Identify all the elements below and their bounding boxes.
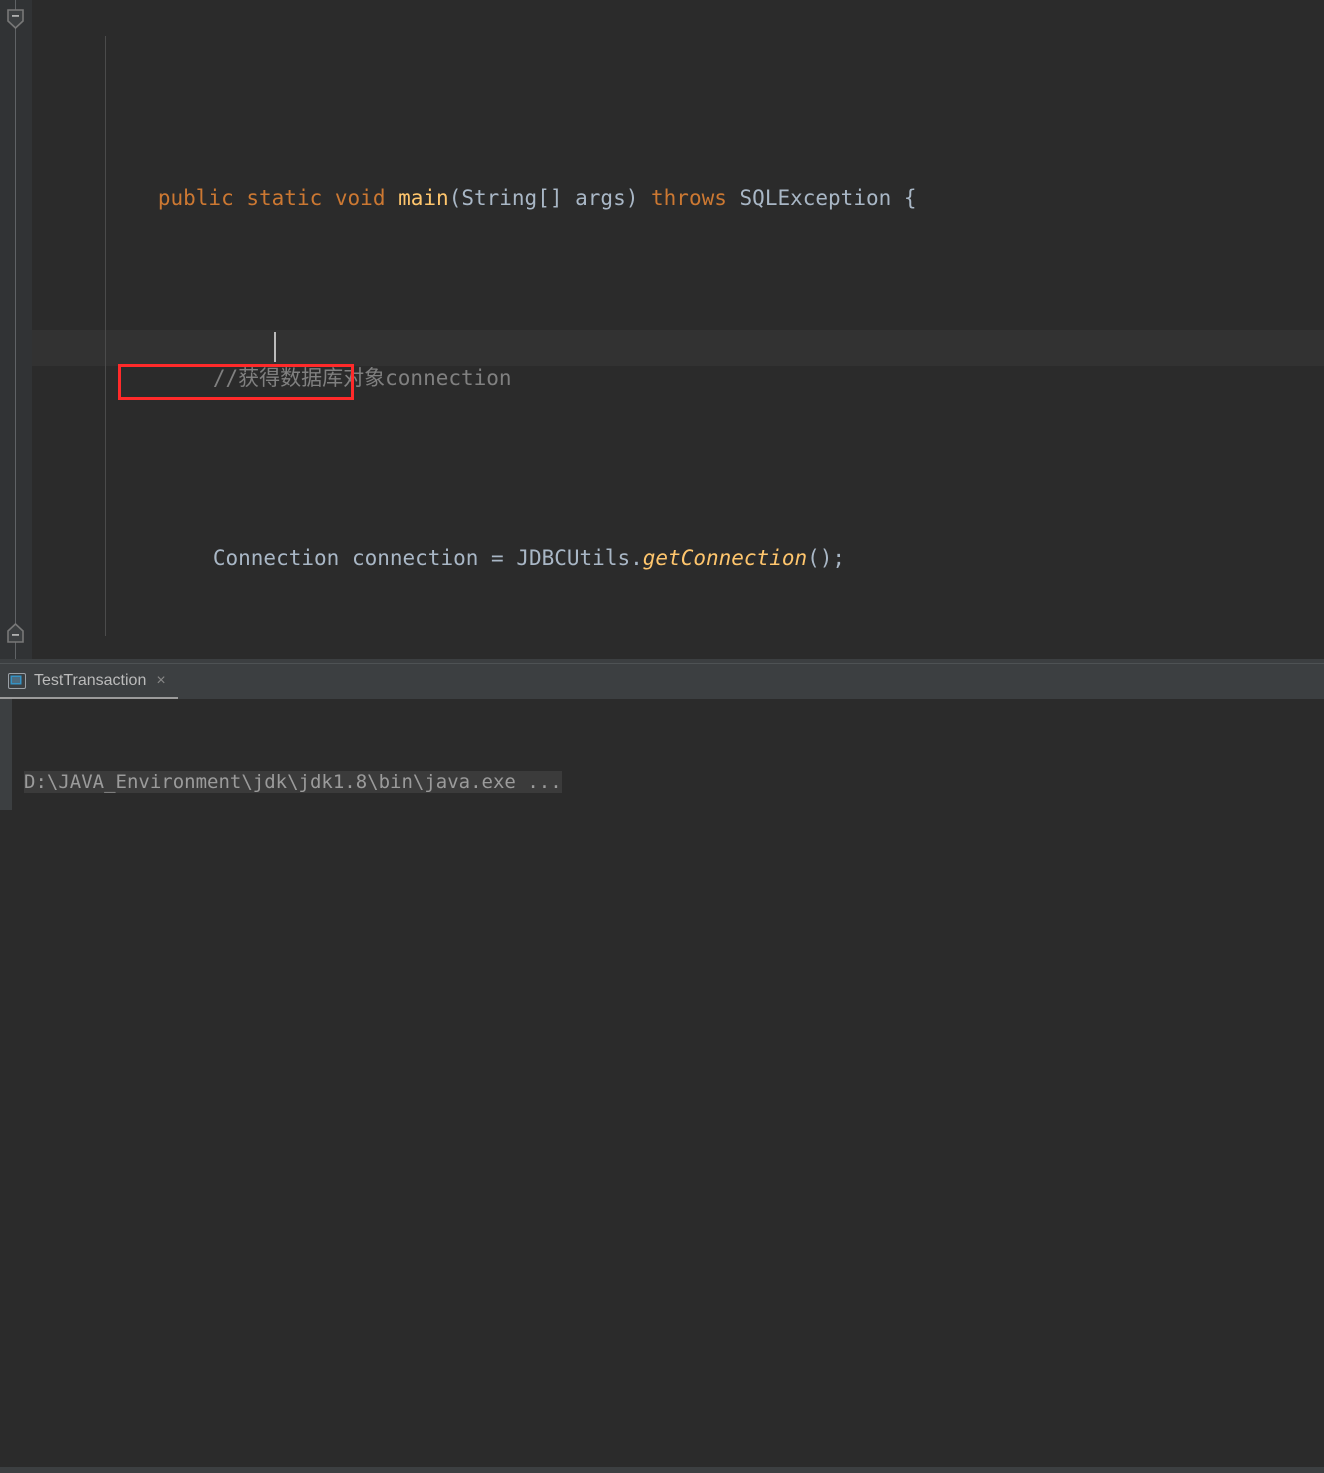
code-fold-line xyxy=(15,0,16,663)
console-command-text: D:\JAVA_Environment\jdk\jdk1.8\bin\java.… xyxy=(24,771,562,793)
run-tab-testtransaction[interactable]: TestTransaction × xyxy=(0,664,178,700)
token-keyword-public: public xyxy=(157,186,234,210)
console-icon xyxy=(8,672,26,689)
token-class-jdbcutils: JDBCUtils xyxy=(516,546,631,570)
close-icon[interactable]: × xyxy=(156,672,165,690)
code-editor[interactable]: public static void main(String[] args) t… xyxy=(0,0,1324,663)
code-line-3[interactable]: Connection connection = JDBCUtils.getCon… xyxy=(32,504,1324,570)
token-brace-open: { xyxy=(903,186,917,210)
token-class-sqlexception: SQLException xyxy=(739,186,892,210)
fold-collapse-bottom-icon[interactable] xyxy=(6,622,25,644)
token-params: (String[] args) xyxy=(448,186,639,210)
token-keyword-throws: throws xyxy=(651,186,727,210)
editor-gutter[interactable] xyxy=(0,0,32,663)
code-line-2[interactable]: //获得数据库对象connection xyxy=(32,324,1324,390)
token-keyword-static: static xyxy=(246,186,323,210)
token-method-main: main xyxy=(398,186,449,210)
token-dot: . xyxy=(630,546,643,570)
fold-collapse-top-icon[interactable] xyxy=(6,8,25,30)
code-line-1[interactable]: public static void main(String[] args) t… xyxy=(32,144,1324,210)
console-line-command: D:\JAVA_Environment\jdk\jdk1.8\bin\java.… xyxy=(12,766,1324,799)
token-keyword-void: void xyxy=(334,186,386,210)
run-tab-label: TestTransaction xyxy=(34,671,147,689)
run-panel-sidebar[interactable] xyxy=(0,699,12,810)
text-caret xyxy=(274,332,276,362)
console-output[interactable]: D:\JAVA_Environment\jdk\jdk1.8\bin\java.… xyxy=(12,699,1324,811)
token-comment: //获得数据库对象connection xyxy=(212,366,512,390)
code-content[interactable]: public static void main(String[] args) t… xyxy=(32,0,1324,663)
token-call-getconnection: getConnection xyxy=(642,546,808,570)
token-end: (); xyxy=(807,546,846,570)
token-type-connection: Connection xyxy=(212,546,340,570)
run-tab-bar[interactable]: TestTransaction × xyxy=(0,663,1324,700)
run-tool-window[interactable]: TestTransaction × D:\JAVA_Environment\jd… xyxy=(0,663,1324,1473)
token-assign: connection = xyxy=(339,546,517,570)
status-bar-strip xyxy=(0,1467,1324,1473)
